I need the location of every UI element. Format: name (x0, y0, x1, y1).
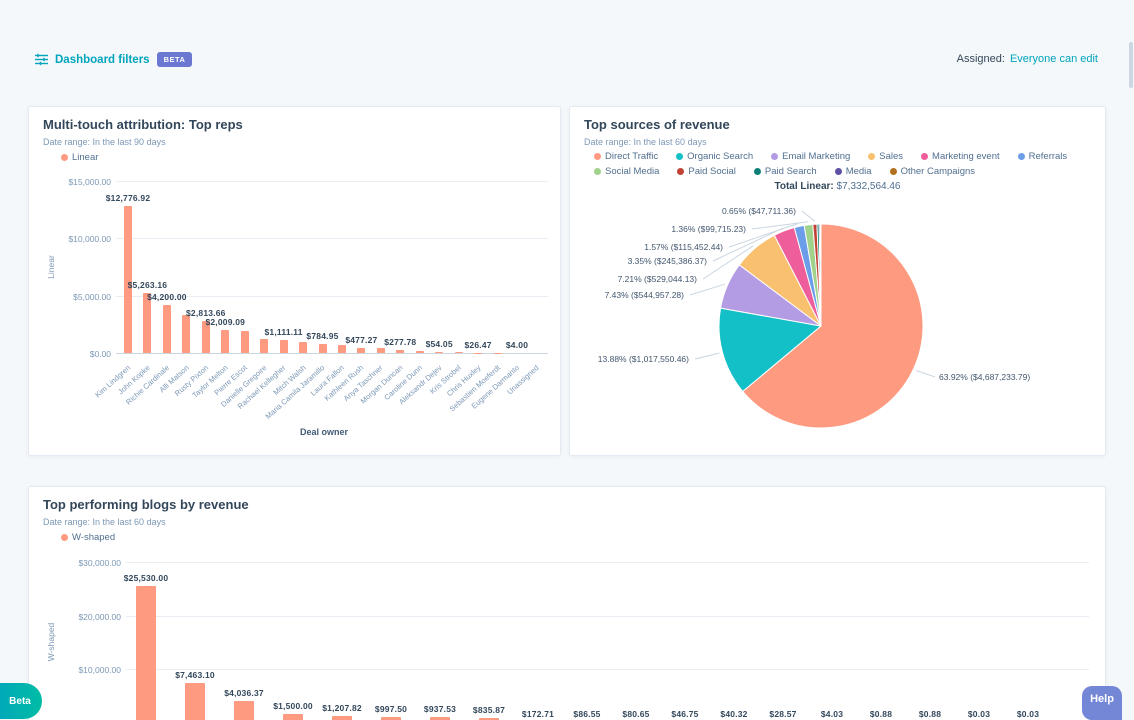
bar[interactable] (435, 352, 443, 353)
bar[interactable] (260, 339, 268, 353)
scrollbar-thumb[interactable] (1129, 42, 1133, 88)
bar[interactable] (185, 683, 205, 720)
dashboard-filters-button[interactable]: Dashboard filters BETA (35, 52, 192, 67)
y-axis-tick-label: $15,000.00 (29, 177, 111, 187)
pie-callout-line (690, 284, 725, 295)
bar[interactable] (283, 714, 303, 720)
pie-slice-label: 7.21% ($529,044.13) (618, 274, 697, 284)
y-axis-tick-label: $10,000.00 (29, 665, 121, 675)
x-axis-title: Deal owner (264, 427, 384, 437)
y-axis-title: Linear (46, 237, 56, 297)
bar-value-label: $4,200.00 (129, 292, 205, 302)
beta-badge: BETA (157, 52, 193, 67)
pie-slice-label: 1.57% ($115,452.44) (644, 242, 723, 252)
bar[interactable] (299, 342, 307, 353)
bar[interactable] (332, 716, 352, 720)
bar-value-label: $4,036.37 (206, 688, 282, 698)
gridline (126, 669, 1089, 670)
assigned-control: Assigned: Everyone can edit (957, 53, 1098, 65)
pie-callout-line (916, 371, 935, 378)
bar[interactable] (338, 345, 346, 353)
pie-slice-label: 1.36% ($99,715.23) (671, 224, 746, 234)
bar[interactable] (221, 330, 229, 353)
bar-value-label: $2,009.09 (187, 317, 263, 327)
bar-value-label: $7,463.10 (157, 670, 233, 680)
bar[interactable] (396, 350, 404, 353)
x-axis-line (116, 353, 548, 354)
pie-slice-label: 0.65% ($47,711.36) (722, 206, 796, 216)
gridline (126, 562, 1089, 563)
pie-slice-label: 63.92% ($4,687,233.79) (939, 372, 1030, 382)
bar-value-label: $4.00 (479, 340, 555, 350)
y-axis-title: W-shaped (46, 612, 56, 672)
gridline (126, 616, 1089, 617)
dashboard-filters-label: Dashboard filters (55, 54, 150, 66)
pie-slice-label: 7.43% ($544,957.28) (605, 290, 684, 300)
pie-slice-label: 3.35% ($245,386.37) (628, 256, 707, 266)
y-axis-tick-label: $20,000.00 (29, 612, 121, 622)
beta-pill-button[interactable]: Beta (0, 683, 42, 719)
chart-card-revenue-sources: Top sources of revenue Date range: In th… (569, 106, 1106, 456)
help-button[interactable]: Help (1082, 686, 1122, 720)
pie-callout-line (695, 353, 720, 359)
bar-chart-canvas: $15,000.00 $10,000.00 $5,000.00 $0.00 Linear… (29, 107, 560, 455)
y-axis-tick-label: $10,000.00 (29, 234, 111, 244)
bar[interactable] (377, 348, 385, 353)
bar-chart-canvas: $30,000.00$20,000.00$10,000.00$0.00W-sha… (29, 487, 1105, 720)
bar-value-label: $5,263.16 (109, 280, 185, 290)
pie-callout-line (802, 211, 815, 221)
bar-value-label: $0.03 (990, 709, 1066, 719)
dashboard-page: Dashboard filters BETA Assigned: Everyone… (0, 0, 1134, 720)
bar[interactable] (455, 352, 463, 353)
gridline (116, 238, 548, 239)
bar[interactable] (357, 348, 365, 353)
pie-slice-label: 13.88% ($1,017,550.46) (598, 354, 689, 364)
chart-card-top-reps: Multi-touch attribution: Top reps Date r… (28, 106, 561, 456)
bar[interactable] (280, 340, 288, 353)
bar[interactable] (416, 351, 424, 353)
gridline (116, 181, 548, 182)
bar[interactable] (234, 701, 254, 720)
bar-value-label: $25,530.00 (108, 573, 184, 583)
y-axis-tick-label: $0.00 (29, 349, 111, 359)
assigned-label: Assigned: (957, 53, 1005, 65)
y-axis-tick-label: $5,000.00 (29, 292, 111, 302)
dashboard-toolbar: Dashboard filters BETA Assigned: Everyone… (0, 48, 1134, 76)
bar-value-label: $12,776.92 (90, 193, 166, 203)
chart-card-top-blogs: Top performing blogs by revenue Date ran… (28, 486, 1106, 720)
bar[interactable] (136, 586, 156, 720)
pie-slice-other-campaigns[interactable] (820, 224, 821, 326)
bar[interactable] (319, 344, 327, 353)
filter-sliders-icon (35, 53, 48, 66)
y-axis-tick-label: $30,000.00 (29, 558, 121, 568)
pie-chart-canvas: 63.92% ($4,687,233.79) 13.88% ($1,017,550… (570, 107, 1105, 455)
assigned-value-link[interactable]: Everyone can edit (1010, 53, 1098, 65)
